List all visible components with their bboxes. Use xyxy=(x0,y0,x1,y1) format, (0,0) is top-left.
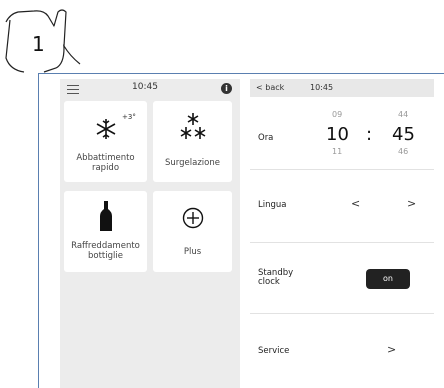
language-next-button[interactable]: > xyxy=(407,197,416,210)
hour-next[interactable]: 11 xyxy=(332,147,342,156)
annotation-line-horizontal xyxy=(38,73,444,74)
setting-label-ora: Ora xyxy=(258,133,274,143)
bottle-icon xyxy=(64,201,147,235)
settings-header: < back 10:45 xyxy=(250,79,434,97)
time-separator: : xyxy=(366,124,373,145)
minute-next[interactable]: 46 xyxy=(398,147,408,156)
clock-display: 10:45 xyxy=(132,82,158,92)
setting-label-standby: Standby clock xyxy=(258,269,293,287)
tile-abbattimento-rapido[interactable]: +3° Abbattimento rapido xyxy=(64,101,147,182)
tile-label: Raffreddamento bottiglie xyxy=(71,241,140,261)
setting-row-lingua: Lingua < > xyxy=(250,170,434,242)
minute-value[interactable]: 45 xyxy=(392,124,415,145)
standby-label-line2: clock xyxy=(258,277,280,287)
plus-circle-icon xyxy=(153,207,232,233)
home-header: 10:45 i xyxy=(60,79,240,99)
chevron-left-icon: < xyxy=(256,83,263,92)
setting-row-standby-clock: Standby clock on xyxy=(250,243,434,313)
temperature-badge: +3° xyxy=(122,113,136,121)
tile-raffreddamento-bottiglie[interactable]: Raffreddamento bottiglie xyxy=(64,191,147,272)
hour-prev[interactable]: 09 xyxy=(332,110,342,119)
info-icon[interactable]: i xyxy=(221,83,232,94)
chevron-right-icon[interactable]: > xyxy=(387,343,396,356)
clock-display: 10:45 xyxy=(310,83,334,92)
snowflakes-icon xyxy=(153,111,232,145)
setting-label-service: Service xyxy=(258,346,290,356)
standby-clock-toggle[interactable]: on xyxy=(366,269,410,289)
tile-label: Plus xyxy=(183,247,202,257)
setting-row-service[interactable]: Service > xyxy=(250,314,434,388)
tile-label: Abbattimento rapido xyxy=(76,153,135,173)
hand-pointer-icon xyxy=(5,9,81,73)
setting-label-lingua: Lingua xyxy=(258,200,287,210)
callout-number: 1 xyxy=(32,32,45,56)
menu-icon[interactable] xyxy=(67,83,79,95)
language-prev-button[interactable]: < xyxy=(351,197,360,210)
snowflake-icon xyxy=(64,117,147,145)
hour-value[interactable]: 10 xyxy=(326,124,349,145)
tile-label: Surgelazione xyxy=(165,158,220,168)
home-screen-panel: 10:45 i +3° Abbattimento rapido Surgelaz… xyxy=(60,79,240,388)
callout-pointer: 1 xyxy=(4,8,94,74)
settings-panel: < back 10:45 Ora 09 10 11 : 44 45 46 Lin… xyxy=(250,79,434,388)
minute-prev[interactable]: 44 xyxy=(398,110,408,119)
tile-plus[interactable]: Plus xyxy=(153,191,232,272)
back-button[interactable]: < back xyxy=(256,83,284,92)
annotation-line-vertical xyxy=(38,73,39,388)
back-label: back xyxy=(265,83,285,92)
tile-surgelazione[interactable]: Surgelazione xyxy=(153,101,232,182)
